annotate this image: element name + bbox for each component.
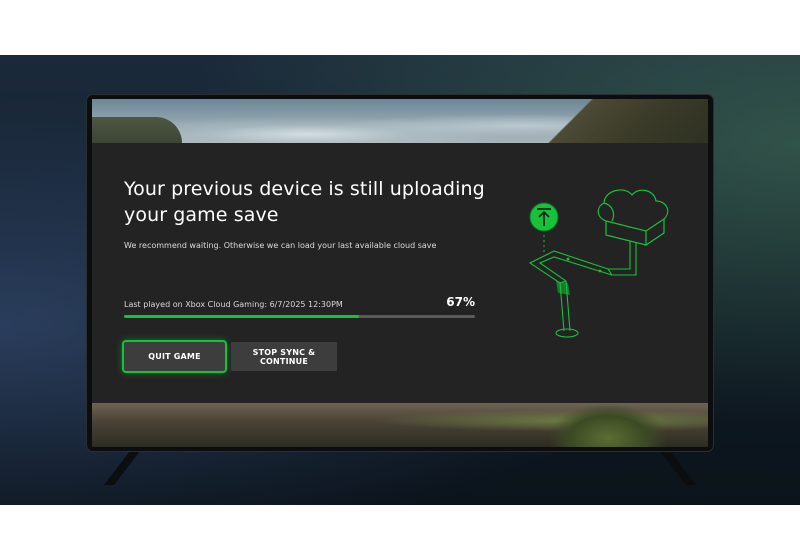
tv-stand-right bbox=[660, 451, 696, 485]
dialog-title: Your previous device is still uploading … bbox=[124, 178, 485, 226]
cloud-sync-illustration bbox=[528, 189, 669, 338]
tv-stand-left bbox=[104, 451, 140, 485]
scene-hill bbox=[92, 117, 182, 143]
scene-cliff bbox=[538, 99, 708, 143]
tv-screen: Your previous device is still uploading … bbox=[92, 99, 708, 447]
game-scene-top bbox=[92, 99, 708, 143]
sync-dialog: Your previous device is still uploading … bbox=[92, 143, 708, 403]
upload-icon bbox=[529, 202, 559, 232]
dialog-subtitle: We recommend waiting. Otherwise we can l… bbox=[124, 241, 437, 250]
sync-pipe bbox=[528, 241, 637, 338]
stop-sync-continue-button[interactable]: STOP SYNC & CONTINUE bbox=[231, 342, 337, 371]
upload-progress-bar bbox=[124, 315, 475, 318]
cloud-icon bbox=[597, 189, 669, 246]
upload-progress-fill bbox=[124, 315, 360, 318]
progress-percent: 67% bbox=[446, 295, 475, 309]
quit-game-button[interactable]: QUIT GAME bbox=[124, 342, 225, 371]
scene-foliage bbox=[548, 403, 668, 447]
game-scene-bottom bbox=[92, 403, 708, 447]
last-played-text: Last played on Xbox Cloud Gaming: 6/7/20… bbox=[124, 300, 343, 309]
